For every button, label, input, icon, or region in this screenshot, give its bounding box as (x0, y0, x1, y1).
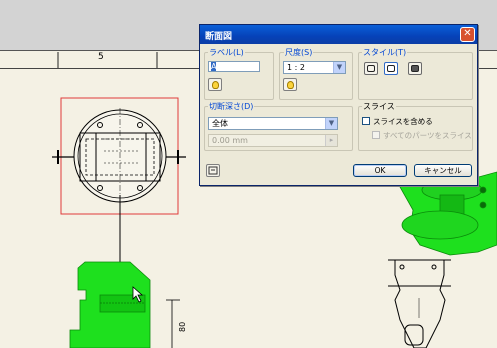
style-group (358, 52, 473, 100)
style-shaded-icon[interactable] (408, 62, 422, 75)
bulb-icon[interactable] (208, 78, 222, 91)
bulb-icon[interactable] (283, 78, 297, 91)
slice-group-title: スライス (362, 101, 396, 112)
style-group-title: スタイル(T) (362, 47, 408, 58)
cancel-button[interactable]: キャンセル (414, 164, 472, 177)
depth-group-title: 切断深さ(D) (208, 101, 255, 112)
base-view[interactable] (52, 97, 186, 290)
slice-all-label: すべてのパーツをスライス (383, 131, 472, 140)
section-view-dialog[interactable]: 断面図 ✕ ラベル(L) A 尺度(S) 1 : 2 ▼ スタイル(T) 切断深… (199, 24, 478, 186)
stepper-icon: ▸ (325, 135, 337, 146)
scale-group (279, 52, 353, 100)
ok-button[interactable]: OK (353, 164, 407, 177)
help-icon[interactable] (206, 164, 220, 177)
slice-all-checkbox (372, 131, 380, 139)
slice-group (358, 106, 473, 151)
right-side-view (388, 259, 451, 348)
depth-select[interactable]: 全体 ▼ (208, 117, 338, 130)
section-preview (69, 261, 151, 348)
label-group-title: ラベル(L) (208, 47, 245, 58)
chevron-down-icon[interactable]: ▼ (325, 118, 337, 129)
dimension-value: 80 (178, 321, 187, 332)
include-slice-checkbox[interactable] (362, 117, 370, 125)
scale-select[interactable]: 1 : 2 ▼ (283, 61, 346, 74)
include-slice-label: スライスを含める (373, 117, 433, 126)
style-visible-icon[interactable] (384, 62, 398, 75)
scale-group-title: 尺度(S) (284, 47, 314, 58)
close-icon[interactable]: ✕ (460, 27, 475, 42)
dialog-title: 断面図 (205, 32, 233, 42)
label-input[interactable]: A (208, 61, 260, 72)
chevron-down-icon[interactable]: ▼ (333, 62, 345, 73)
label-group (204, 52, 274, 100)
style-hidden-icon[interactable] (364, 62, 378, 75)
zone-ticks (57, 52, 158, 68)
depth-distance-field: 0.00 mm ▸ (208, 134, 338, 147)
dialog-titlebar[interactable]: 断面図 ✕ (200, 25, 477, 44)
